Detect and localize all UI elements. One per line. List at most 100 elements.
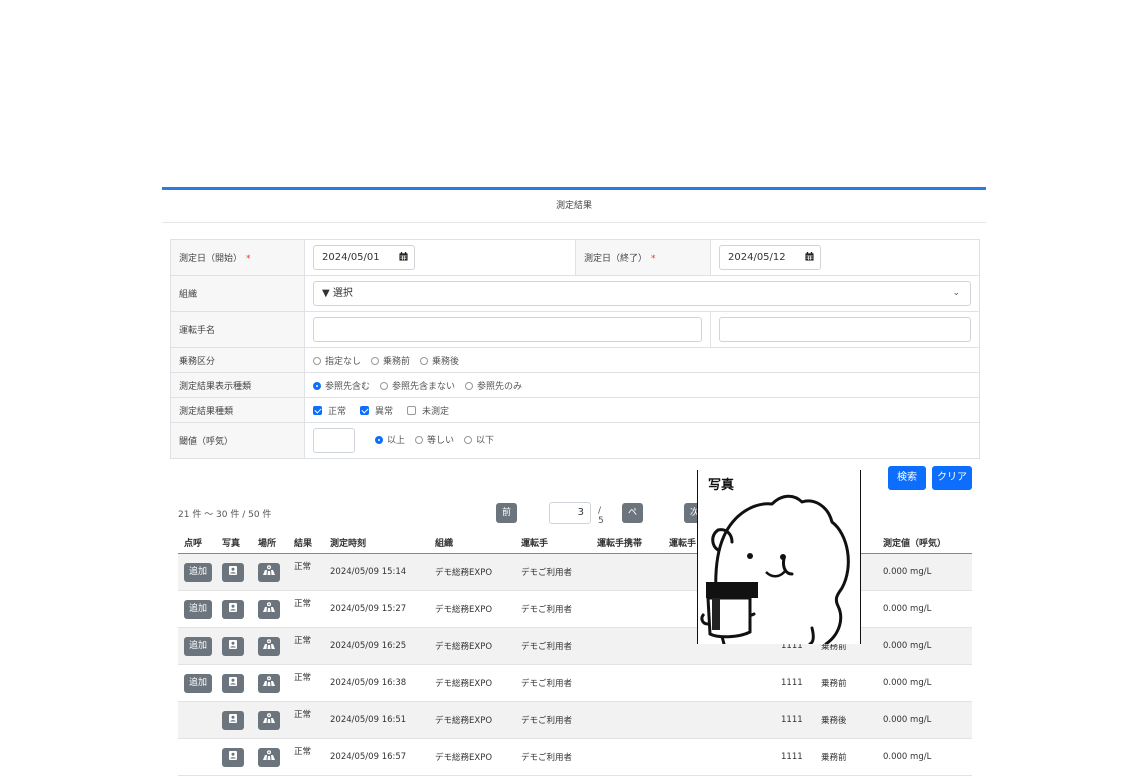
- radio-button[interactable]: [313, 356, 321, 365]
- date-end-input[interactable]: 2024/05/12: [719, 245, 821, 270]
- car-number-cell: 1111: [775, 701, 815, 739]
- photo-cell: [216, 627, 252, 665]
- result-type-label: 測定結果種類: [170, 397, 305, 423]
- search-form: 測定日（開始） * 2024/05/01 測定日（終了） * 2024/05/12 …: [170, 239, 980, 459]
- col-header-location[interactable]: 場所: [252, 531, 288, 554]
- prev-page-button[interactable]: 前ページ: [496, 503, 518, 578]
- duty-option-before[interactable]: 乗務前: [371, 356, 410, 367]
- threshold-option-eq[interactable]: 等しい: [415, 436, 454, 446]
- photo-cell: [216, 590, 252, 628]
- table-row[interactable]: 正常 2024/05/09 16:51 デモ総務EXPO デモご利用者 1111 乗務後 0…: [178, 701, 972, 739]
- add-rollcall-button[interactable]: 追加: [184, 636, 212, 656]
- display-option-exclude[interactable]: 参照先含まない: [380, 381, 455, 392]
- location-button[interactable]: [258, 747, 280, 767]
- driver-name-label: 運転手名: [170, 311, 305, 348]
- location-button[interactable]: [258, 710, 280, 730]
- map-icon: [263, 675, 275, 686]
- breath-value-cell: 0.000 mg/L: [877, 738, 972, 776]
- duty-option-none[interactable]: 指定なし: [313, 356, 361, 367]
- col-header-breath-value[interactable]: 測定値（呼気）: [877, 531, 972, 554]
- photo-button[interactable]: [222, 747, 244, 767]
- breath-value-cell: 0.000 mg/L: [877, 664, 972, 702]
- organization-cell: デモ総務EXPO: [429, 590, 515, 628]
- photo-button[interactable]: [222, 599, 244, 619]
- organization-cell: デモ総務EXPO: [429, 664, 515, 702]
- breath-value-cell: 0.000 mg/L: [877, 590, 972, 628]
- search-button[interactable]: 検索: [888, 466, 926, 490]
- calendar-icon[interactable]: [399, 252, 408, 261]
- radio-button[interactable]: [415, 436, 424, 444]
- add-rollcall-button[interactable]: 追加: [184, 562, 212, 582]
- col-header-time[interactable]: 測定時刻: [324, 531, 429, 554]
- radio-button[interactable]: [380, 381, 389, 390]
- add-rollcall-button[interactable]: 追加: [184, 673, 212, 693]
- duty-option-after[interactable]: 乗務後: [420, 356, 459, 367]
- photo-button[interactable]: [222, 562, 244, 582]
- result-option-normal[interactable]: 正常: [313, 405, 346, 417]
- display-option-include[interactable]: 参照先含む: [313, 381, 370, 392]
- col-header-driver-mobile[interactable]: 運転手携帯: [591, 531, 663, 554]
- organization-cell: デモ総務EXPO: [429, 738, 515, 776]
- photo-button[interactable]: [222, 710, 244, 730]
- driver-name-input-2[interactable]: [719, 317, 971, 342]
- date-start-input[interactable]: 2024/05/01: [313, 245, 415, 270]
- driver-cell: デモご利用者: [515, 627, 591, 665]
- location-button[interactable]: [258, 673, 280, 693]
- driver-cell: デモご利用者: [515, 590, 591, 628]
- result-option-abnormal[interactable]: 異常: [360, 405, 393, 417]
- col-header-photo[interactable]: 写真: [216, 531, 252, 554]
- radio-button[interactable]: [371, 356, 380, 365]
- checkbox-checked[interactable]: [360, 405, 370, 415]
- threshold-option-gte[interactable]: 以上: [375, 436, 405, 446]
- col-header-result[interactable]: 結果: [288, 531, 324, 554]
- col-header-rollcall[interactable]: 点呼: [178, 531, 216, 554]
- photo-button[interactable]: [222, 673, 244, 693]
- table-row[interactable]: 追加 正常 2024/05/09 16:38 デモ総務EXPO デモご利用者 1111 乗務…: [178, 664, 972, 702]
- display-type-label: 測定結果表示種類: [170, 372, 305, 398]
- driver-cell: デモご利用者: [515, 738, 591, 776]
- goto-page-button[interactable]: ページ指定: [622, 503, 644, 598]
- driver-name-input[interactable]: [313, 317, 702, 342]
- location-button[interactable]: [258, 636, 280, 656]
- col-header-organization[interactable]: 組織: [429, 531, 515, 554]
- result-option-unmeasured[interactable]: 未測定: [407, 405, 449, 417]
- map-icon: [263, 712, 275, 723]
- duty-label: 乗務区分: [170, 347, 305, 373]
- clear-button[interactable]: クリア: [932, 466, 972, 490]
- radio-button[interactable]: [465, 381, 474, 390]
- location-button[interactable]: [258, 562, 280, 582]
- date-end-label: 測定日（終了） *: [575, 239, 711, 276]
- threshold-input[interactable]: [313, 428, 355, 453]
- checkbox[interactable]: [407, 405, 417, 415]
- display-option-only[interactable]: 参照先のみ: [465, 381, 522, 392]
- col-header-driver[interactable]: 運転手: [515, 531, 591, 554]
- breath-value-cell: 0.000 mg/L: [877, 627, 972, 665]
- calendar-icon[interactable]: [805, 252, 814, 261]
- required-mark: *: [651, 254, 656, 264]
- time-cell: 2024/05/09 15:14: [324, 553, 429, 591]
- result-count: 21 件 ～ 30 件 / 50 件: [178, 510, 272, 520]
- threshold-option-lte[interactable]: 以下: [464, 436, 494, 446]
- radio-button[interactable]: [420, 356, 429, 365]
- photo-cell: [216, 738, 252, 776]
- table-row[interactable]: 正常 2024/05/09 16:57 デモ総務EXPO デモご利用者 1111 乗務前 0…: [178, 738, 972, 776]
- add-rollcall-button[interactable]: 追加: [184, 599, 212, 619]
- rollcall-cell: [178, 701, 216, 739]
- page-number-input[interactable]: 3: [549, 502, 591, 524]
- person-icon: [229, 750, 237, 760]
- photo-button[interactable]: [222, 636, 244, 656]
- radio-button-selected[interactable]: [375, 436, 383, 444]
- radio-button[interactable]: [464, 436, 473, 444]
- location-button[interactable]: [258, 599, 280, 619]
- rollcall-cell: 追加: [178, 553, 216, 591]
- display-type-radio-group: 参照先含む 参照先含まない 参照先のみ: [304, 372, 980, 398]
- organization-select[interactable]: ▼ 選択 ⌄: [313, 281, 971, 306]
- driver-email-cell: [663, 701, 775, 739]
- checkbox-checked[interactable]: [313, 405, 322, 415]
- duty-cell: 乗務前: [815, 738, 877, 776]
- car-number-cell: 1111: [775, 664, 815, 702]
- photo-cell: [216, 664, 252, 702]
- result-cell: 正常: [288, 664, 324, 702]
- radio-button-selected[interactable]: [313, 381, 321, 390]
- result-cell: 正常: [288, 701, 324, 739]
